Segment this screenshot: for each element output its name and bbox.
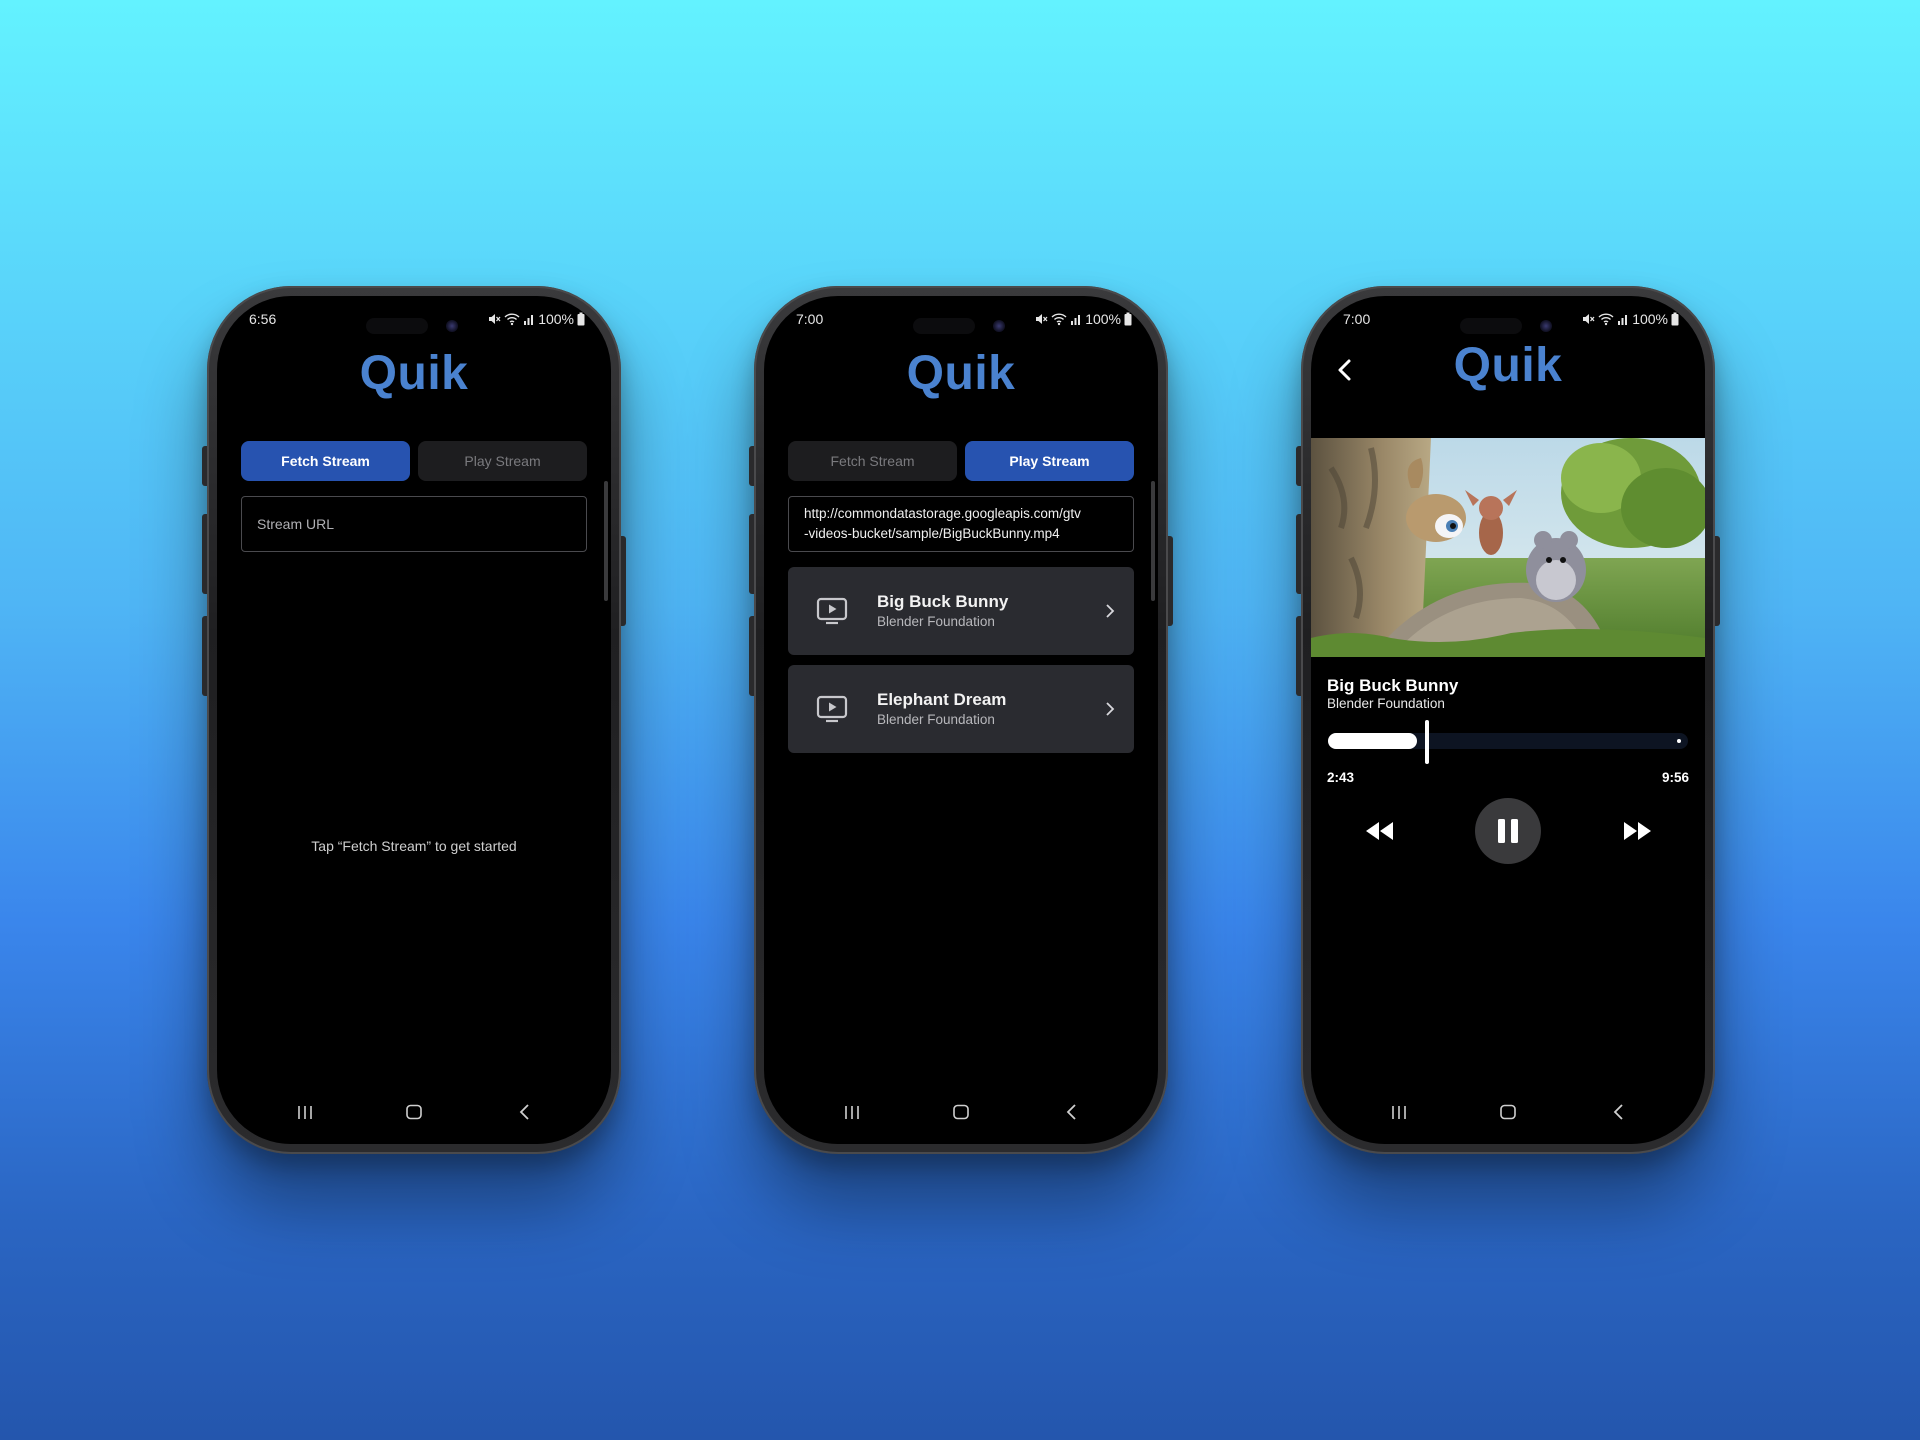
wifi-icon [1051,313,1067,326]
home-icon[interactable] [949,1100,973,1124]
tab-bar: Fetch Stream Play Stream [241,441,587,481]
app-title: Quik [1453,339,1563,392]
side-button [1168,536,1173,626]
battery-icon [577,312,585,326]
video-title: Big Buck Bunny [1327,676,1459,695]
mute-icon [1036,314,1048,324]
seek-bar-thumb[interactable] [1425,720,1429,764]
chevron-right-icon [1106,702,1115,716]
url-line-2: -videos-bucket/sample/BigBuckBunny.mp4 [804,526,1060,541]
stream-url-input[interactable]: http://commondatastorage.googleapis.com/… [788,496,1134,552]
status-time: 7:00 [1343,311,1371,327]
side-button [1715,536,1720,626]
status-icons: 100% [1034,311,1132,327]
screen: 6:56 100% Quik Fetch Stream Play Stream … [217,296,611,1144]
screen: 7:00 100% Quik Fetch Stream Play Stream … [764,296,1158,1144]
volume-button [749,616,754,696]
back-icon[interactable] [1609,1100,1629,1124]
video-subtitle: Blender Foundation [877,614,995,629]
recents-icon[interactable] [295,1100,315,1124]
video-frame [1311,438,1705,657]
status-time: 7:00 [796,311,824,327]
video-list-item[interactable]: Elephant Dream Blender Foundation [788,665,1134,753]
pause-button[interactable] [1475,798,1541,864]
home-icon[interactable] [402,1100,426,1124]
battery-icon [1671,312,1679,326]
side-button [621,536,626,626]
video-list-item[interactable]: Big Buck Bunny Blender Foundation [788,567,1134,655]
recents-icon[interactable] [842,1100,862,1124]
system-nav-bar [1311,1100,1705,1124]
scroll-indicator [1151,481,1155,601]
video-subtitle: Blender Foundation [1327,696,1445,711]
signal-icon [1071,315,1081,325]
video-player[interactable] [1311,438,1705,657]
system-nav-bar [764,1100,1158,1124]
video-icon [816,597,848,625]
system-nav-bar [217,1100,611,1124]
tab-fetch-stream[interactable]: Fetch Stream [241,441,410,481]
seek-bar-end-dot [1677,739,1681,743]
total-duration: 9:56 [1661,770,1689,785]
video-icon [816,695,848,723]
status-bar: 6:56 100% [245,311,585,331]
signal-icon [1618,315,1628,325]
phone-play-screen: 7:00 100% Quik Fetch Stream Play Stream … [749,286,1173,1154]
status-bar: 7:00 100% [792,311,1132,331]
signal-icon [524,315,534,325]
wifi-icon [504,313,520,326]
url-text: http://commondatastorage.googleapis.com/… [804,504,1081,544]
current-time: 2:43 [1327,770,1355,785]
wifi-icon [1598,313,1614,326]
video-title: Big Buck Bunny [877,592,1009,611]
mute-icon [1583,314,1595,324]
rewind-icon[interactable] [1364,819,1396,843]
status-icons: 100% [487,311,585,327]
status-bar: 7:00 100% [1339,311,1679,331]
app-title: Quik [906,347,1016,400]
video-subtitle: Blender Foundation [877,712,995,727]
pause-icon [1498,819,1518,843]
status-icons: 100% [1581,311,1679,327]
scroll-indicator [604,481,608,601]
seek-bar-progress [1328,733,1417,749]
chevron-right-icon [1106,604,1115,618]
url-line-1: http://commondatastorage.googleapis.com/… [804,506,1081,521]
recents-icon[interactable] [1389,1100,1409,1124]
battery-percent: 100% [1085,311,1121,327]
battery-percent: 100% [538,311,574,327]
battery-percent: 100% [1632,311,1668,327]
video-title: Elephant Dream [877,690,1007,709]
tab-play-stream[interactable]: Play Stream [965,441,1134,481]
fast-forward-icon[interactable] [1621,819,1653,843]
back-icon[interactable] [1062,1100,1082,1124]
tab-fetch-stream[interactable]: Fetch Stream [788,441,957,481]
volume-button [202,616,207,696]
back-icon[interactable] [515,1100,535,1124]
mute-icon [489,314,501,324]
stream-url-input[interactable]: Stream URL [241,496,587,552]
phone-fetch-screen: 6:56 100% Quik Fetch Stream Play Stream … [202,286,626,1154]
app-title: Quik [359,347,469,400]
screen: 7:00 100% Quik Big Buck Bunny Blender Fo… [1311,296,1705,1144]
status-time: 6:56 [249,311,277,327]
battery-icon [1124,312,1132,326]
phone-player-screen: 7:00 100% Quik Big Buck Bunny Blender Fo… [1296,286,1720,1154]
tab-bar: Fetch Stream Play Stream [788,441,1134,481]
empty-state-hint: Tap “Fetch Stream” to get started [311,838,517,854]
tab-play-stream[interactable]: Play Stream [418,441,587,481]
home-icon[interactable] [1496,1100,1520,1124]
volume-button [1296,616,1301,696]
